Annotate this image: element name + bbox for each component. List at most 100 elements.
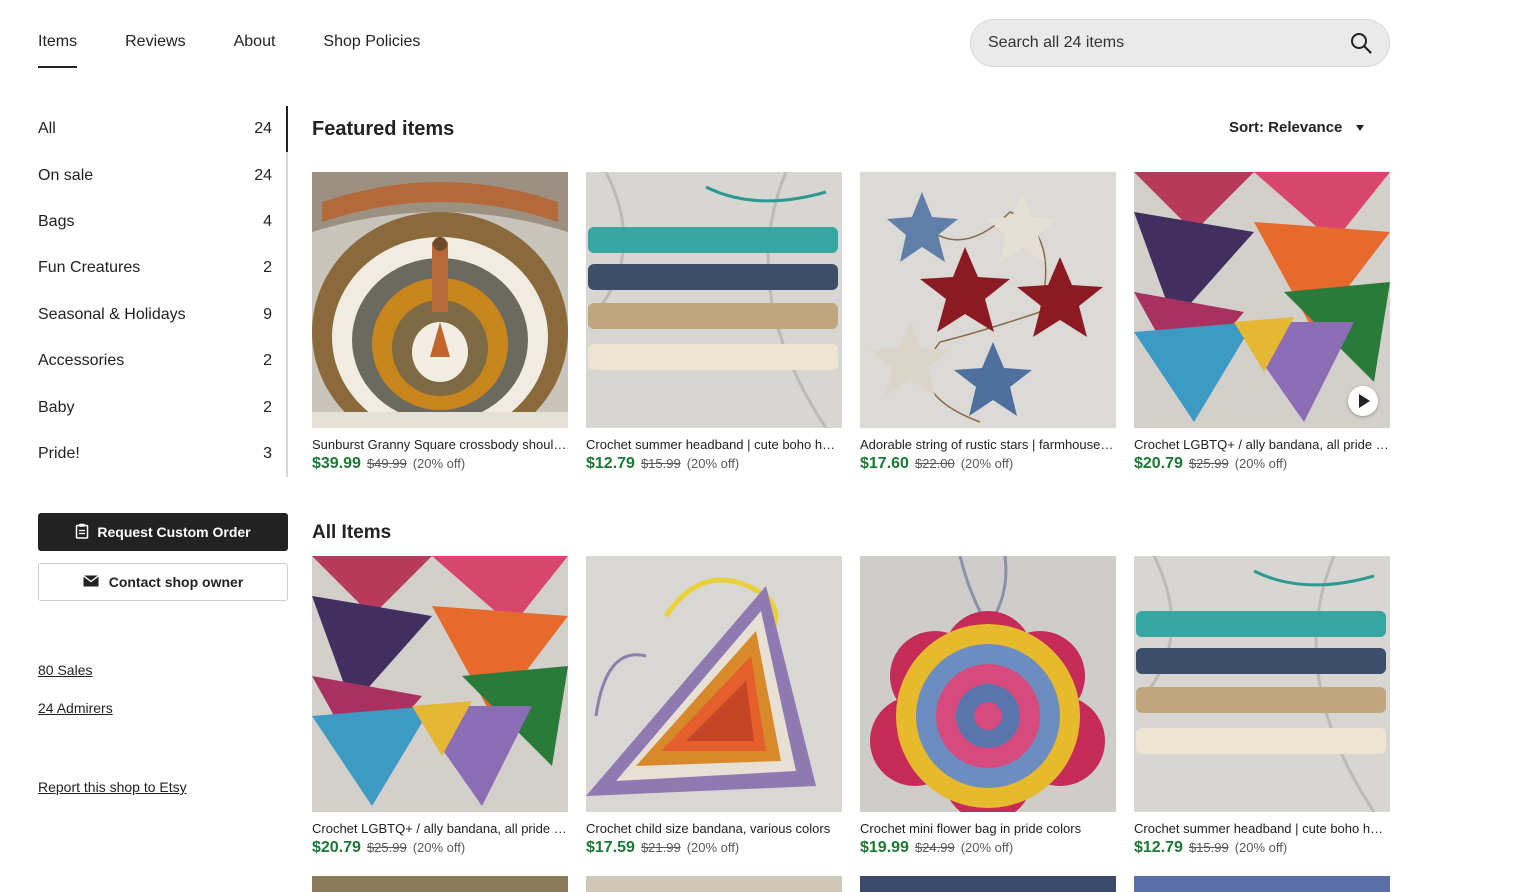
category-count: 9	[263, 305, 272, 323]
request-custom-order-button[interactable]: Request Custom Order	[38, 513, 288, 551]
sales-link[interactable]: 80 Sales	[38, 662, 92, 678]
listing-card[interactable]: Crochet summer headband | cute boho head…	[586, 172, 842, 473]
listing-price-row: $12.79 $15.99 (20% off)	[1134, 839, 1390, 857]
discount-label: (20% off)	[960, 840, 1014, 855]
admirers-link[interactable]: 24 Admirers	[38, 700, 113, 716]
category-list: All 24 On sale 24 Bags 4 Fun Creatures 2 Sea…	[38, 106, 288, 478]
listing-card[interactable]: Crochet summer headband | cute boho head…	[1134, 556, 1390, 857]
original-price: $21.99	[640, 840, 681, 855]
sort-label: Sort: Relevance	[1229, 119, 1343, 136]
category-label: On sale	[38, 166, 94, 184]
category-label: Bags	[38, 212, 75, 230]
category-pride[interactable]: Pride! 3	[38, 431, 286, 477]
category-bags[interactable]: Bags 4	[38, 199, 286, 245]
listing-image[interactable]	[312, 876, 568, 892]
category-label: All	[38, 120, 56, 138]
all-items-grid: Crochet LGBTQ+ / ally bandana, all pride…	[312, 556, 1390, 857]
category-label: Fun Creatures	[38, 259, 141, 277]
listing-image[interactable]	[312, 172, 568, 428]
discount-label: (20% off)	[686, 456, 740, 471]
listing-image[interactable]	[860, 876, 1116, 892]
original-price: $24.99	[914, 840, 955, 855]
listing-price-row: $17.60 $22.00 (20% off)	[860, 455, 1116, 473]
listing-card[interactable]: Adorable string of rustic stars | farmho…	[860, 172, 1116, 473]
sort-dropdown[interactable]: Sort: Relevance	[1229, 119, 1365, 136]
contact-shop-owner-label: Contact shop owner	[108, 574, 244, 590]
sale-price: $39.99	[312, 455, 361, 472]
listing-card[interactable]: Crochet LGBTQ+ / ally bandana, all pride…	[1134, 172, 1390, 473]
listing-title[interactable]: Crochet summer headband | cute boho head…	[586, 437, 842, 452]
category-label: Accessories	[38, 352, 125, 370]
listing-image[interactable]	[1134, 172, 1390, 428]
category-fun-creatures[interactable]: Fun Creatures 2	[38, 245, 286, 291]
tab-reviews[interactable]: Reviews	[125, 33, 185, 69]
listing-price-row: $39.99 $49.99 (20% off)	[312, 455, 568, 473]
category-label: Baby	[38, 398, 75, 416]
listing-price-row: $12.79 $15.99 (20% off)	[586, 455, 842, 473]
category-count: 4	[263, 212, 272, 230]
tab-items[interactable]: Items	[38, 33, 78, 69]
listing-image[interactable]	[860, 172, 1116, 428]
shop-search	[970, 19, 1390, 67]
all-items-heading: All Items	[312, 522, 392, 543]
sale-price: $12.79	[1134, 839, 1183, 856]
listing-title[interactable]: Crochet mini flower bag in pride colors	[860, 821, 1116, 836]
category-count: 24	[254, 166, 272, 184]
report-shop-link[interactable]: Report this shop to Etsy	[38, 779, 187, 795]
listing-card[interactable]: Crochet mini flower bag in pride colors …	[860, 556, 1116, 857]
sale-price: $17.59	[586, 839, 635, 856]
listing-image[interactable]	[1134, 556, 1390, 812]
listing-title[interactable]: Crochet LGBTQ+ / ally bandana, all pride…	[312, 821, 568, 836]
listing-card[interactable]: Crochet child size bandana, various colo…	[586, 556, 842, 857]
featured-items-heading: Featured items	[312, 118, 455, 140]
discount-label: (20% off)	[686, 840, 740, 855]
sale-price: $19.99	[860, 839, 909, 856]
listing-image[interactable]	[586, 172, 842, 428]
original-price: $22.00	[914, 456, 955, 471]
listing-image[interactable]	[586, 556, 842, 812]
original-price: $15.99	[1188, 840, 1229, 855]
listing-price-row: $20.79 $25.99 (20% off)	[312, 839, 568, 857]
discount-label: (20% off)	[960, 456, 1014, 471]
tab-shop-policies[interactable]: Shop Policies	[323, 33, 420, 69]
active-category-indicator	[286, 106, 288, 152]
sidebar: All 24 On sale 24 Bags 4 Fun Creatures 2 Sea…	[38, 106, 288, 795]
listing-title[interactable]: Sunburst Granny Square crossbody shoulde…	[312, 437, 568, 452]
discount-label: (20% off)	[412, 456, 466, 471]
listing-image[interactable]	[1134, 876, 1390, 892]
contact-shop-owner-button[interactable]: Contact shop owner	[38, 563, 288, 601]
search-icon[interactable]	[1349, 31, 1373, 55]
tab-about[interactable]: About	[234, 33, 276, 69]
sale-price: $12.79	[586, 455, 635, 472]
category-count: 2	[263, 352, 272, 370]
listing-card[interactable]: Crochet LGBTQ+ / ally bandana, all pride…	[312, 556, 568, 857]
category-baby[interactable]: Baby 2	[38, 384, 286, 430]
envelope-icon	[82, 574, 99, 590]
category-count: 2	[263, 398, 272, 416]
category-count: 3	[263, 444, 272, 462]
search-input[interactable]	[988, 34, 1349, 52]
listing-card[interactable]: Sunburst Granny Square crossbody shoulde…	[312, 172, 568, 473]
caret-down-icon	[1356, 124, 1365, 131]
request-custom-order-label: Request Custom Order	[97, 524, 251, 540]
shop-tabs: Items Reviews About Shop Policies	[38, 33, 468, 69]
listing-title[interactable]: Crochet child size bandana, various colo…	[586, 821, 842, 836]
original-price: $25.99	[1188, 456, 1229, 471]
listing-image[interactable]	[860, 556, 1116, 812]
category-all[interactable]: All 24	[38, 106, 286, 152]
listing-price-row: $19.99 $24.99 (20% off)	[860, 839, 1116, 857]
play-video-icon[interactable]	[1348, 386, 1378, 416]
listing-title[interactable]: Crochet summer headband | cute boho head…	[1134, 821, 1390, 836]
listing-image[interactable]	[586, 876, 842, 892]
listing-title[interactable]: Adorable string of rustic stars | farmho…	[860, 437, 1116, 452]
discount-label: (20% off)	[1234, 840, 1288, 855]
category-accessories[interactable]: Accessories 2	[38, 338, 286, 384]
category-on-sale[interactable]: On sale 24	[38, 152, 286, 198]
category-seasonal-holidays[interactable]: Seasonal & Holidays 9	[38, 292, 286, 338]
listing-price-row: $17.59 $21.99 (20% off)	[586, 839, 842, 857]
category-count: 24	[254, 120, 272, 138]
featured-grid: Sunburst Granny Square crossbody shoulde…	[312, 172, 1390, 473]
listing-image[interactable]	[312, 556, 568, 812]
original-price: $15.99	[640, 456, 681, 471]
listing-title[interactable]: Crochet LGBTQ+ / ally bandana, all pride…	[1134, 437, 1390, 452]
